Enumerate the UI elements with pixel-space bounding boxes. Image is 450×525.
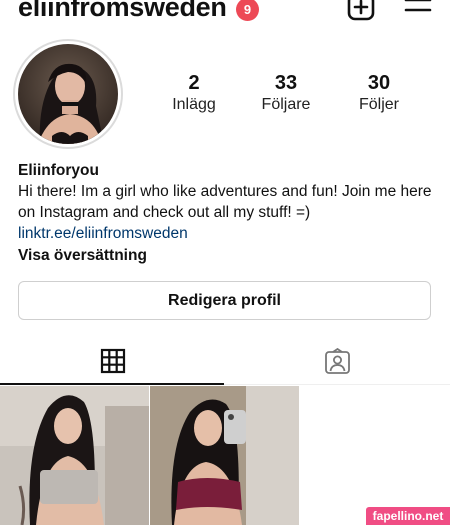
stat-following[interactable]: 30 Följer — [334, 72, 424, 116]
top-bar: eliinfromsweden 9 — [0, 0, 450, 30]
bio-text: Hi there! Im a girl who like adventures … — [18, 183, 432, 221]
following-label: Följer — [358, 96, 399, 113]
tab-tagged[interactable] — [224, 340, 450, 385]
bio-link[interactable]: linktr.ee/eliinfromsweden — [18, 223, 438, 244]
content-tabs — [0, 340, 450, 385]
followers-label: Följare — [261, 96, 311, 113]
profile-avatar[interactable] — [13, 39, 123, 149]
posts-grid — [0, 386, 450, 525]
tagged-person-icon — [325, 348, 350, 374]
posts-label: Inlägg — [172, 96, 216, 113]
plus-square-icon[interactable] — [346, 0, 378, 22]
stat-followers[interactable]: 33 Följare — [241, 72, 331, 116]
profile-bio: Eliinforyou Hi there! Im a girl who like… — [18, 160, 438, 266]
following-count: 30 — [367, 72, 391, 94]
followers-count: 33 — [274, 72, 298, 94]
grid-icon — [100, 348, 126, 374]
posts-count: 2 — [188, 72, 200, 94]
edit-profile-button[interactable]: Redigera profil — [18, 281, 431, 320]
tab-posts-grid[interactable] — [0, 340, 224, 385]
translate-button[interactable]: Visa översättning — [18, 245, 438, 266]
hamburger-menu-icon[interactable] — [404, 0, 432, 20]
profile-username[interactable]: eliinfromsweden — [18, 0, 227, 23]
stat-posts[interactable]: 2 Inlägg — [149, 72, 239, 116]
post-thumbnail[interactable] — [150, 386, 299, 525]
display-name: Eliinforyou — [18, 162, 99, 179]
avatar-photo — [18, 44, 118, 144]
post-thumbnail[interactable] — [0, 386, 149, 525]
notification-badge[interactable]: 9 — [236, 0, 259, 21]
empty-grid-cell — [300, 386, 449, 525]
site-watermark: fapellino.net — [366, 507, 450, 525]
